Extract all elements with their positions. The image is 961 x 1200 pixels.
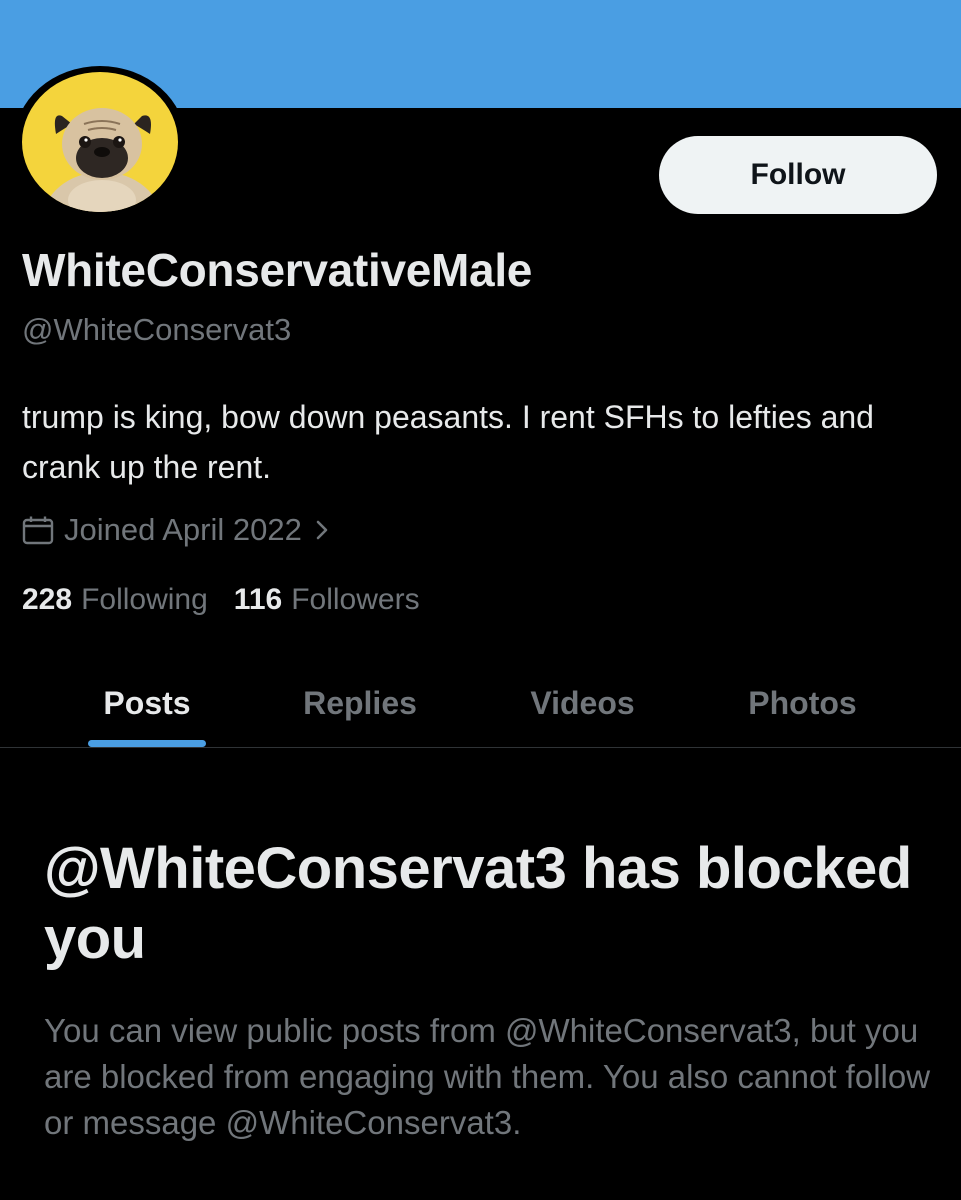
display-name: WhiteConservativeMale bbox=[22, 244, 533, 296]
pug-avatar-icon bbox=[22, 72, 178, 212]
followers-count: 116 bbox=[233, 583, 283, 616]
follow-button[interactable]: Follow bbox=[659, 136, 937, 214]
following-label: Following bbox=[81, 583, 208, 616]
active-tab-indicator bbox=[88, 740, 206, 747]
tab-photos[interactable]: Photos bbox=[725, 660, 880, 747]
followers-label: Followers bbox=[291, 583, 420, 616]
chevron-right-icon bbox=[312, 517, 332, 543]
followers-stat[interactable]: 116 Followers bbox=[234, 583, 420, 617]
tab-posts[interactable]: Posts bbox=[88, 660, 206, 747]
blocked-description: You can view public posts from @WhiteCon… bbox=[44, 1012, 931, 1141]
joined-label: Joined April 2022 bbox=[64, 512, 302, 547]
profile-bio: trump is king, bow down peasants. I rent… bbox=[22, 399, 874, 485]
following-stat[interactable]: 228 Following bbox=[22, 583, 208, 617]
profile-handle: @WhiteConservat3 bbox=[22, 312, 292, 347]
tab-replies[interactable]: Replies bbox=[280, 660, 440, 747]
blocked-title: @WhiteConservat3 has blocked you bbox=[44, 836, 912, 971]
profile-stats: 228 Following 116 Followers bbox=[22, 580, 446, 620]
avatar[interactable] bbox=[14, 66, 186, 218]
following-count: 228 bbox=[22, 583, 73, 616]
tab-videos[interactable]: Videos bbox=[505, 660, 660, 747]
calendar-icon bbox=[22, 515, 54, 545]
profile-tabs: Posts Replies Videos Photos bbox=[0, 660, 961, 748]
joined-date[interactable]: Joined April 2022 bbox=[22, 510, 332, 550]
